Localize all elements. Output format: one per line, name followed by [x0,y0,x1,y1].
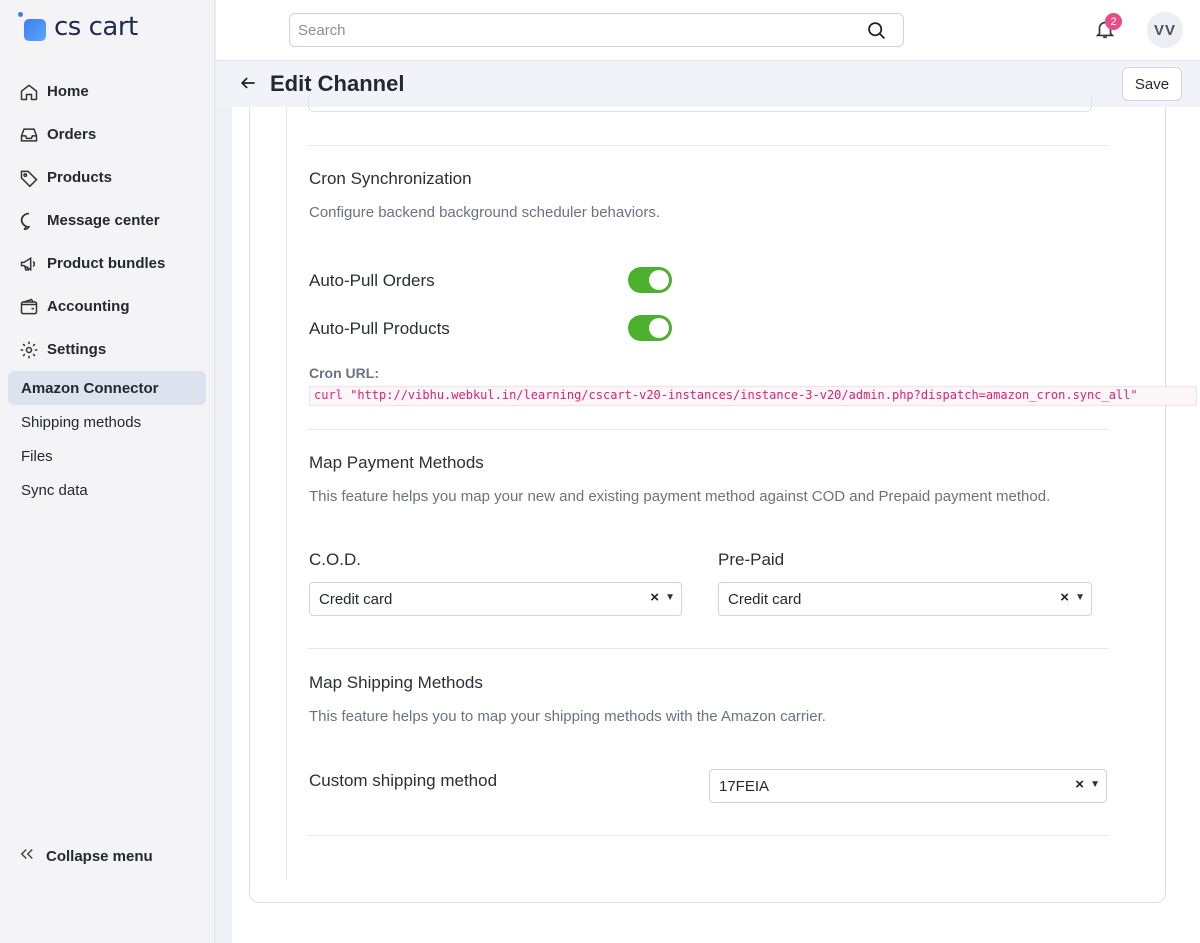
sidebar-item-label: Settings [47,341,107,358]
cod-select-value: Credit card [319,591,393,608]
top-bar: 2 VV [216,0,1200,61]
auto-pull-products-toggle[interactable] [628,315,672,341]
search-input[interactable] [290,14,850,46]
logo-text: cs cart [54,12,138,42]
inbox-icon [18,124,40,146]
wallet-icon [18,296,40,318]
section-description-shipping: This feature helps you to map your shipp… [309,708,826,725]
logo-icon [18,12,46,42]
sidebar-item-home[interactable]: Home [8,70,206,113]
tag-icon [18,167,40,189]
sidebar-item-label: Accounting [47,298,130,315]
megaphone-icon [18,253,40,275]
sidebar-item-label: Orders [47,126,97,143]
avatar[interactable]: VV [1147,12,1183,48]
auto-pull-products-label: Auto-Pull Products [309,319,450,338]
auto-pull-orders-toggle[interactable] [628,267,672,293]
clear-icon[interactable]: × [1060,589,1069,606]
search-box [289,13,904,47]
cod-label: C.O.D. [309,550,361,569]
back-arrow-icon[interactable] [238,73,260,95]
sidebar-item-label: Message center [47,212,160,229]
logo[interactable]: cs cart [18,12,138,42]
sidebar-subitem-files[interactable]: Files [8,439,206,473]
sidebar-item-label: Product bundles [47,255,166,272]
custom-shipping-label: Custom shipping method [309,771,498,790]
save-button[interactable]: Save [1122,67,1182,101]
clear-icon[interactable]: × [650,589,659,606]
sidebar-nav: Home Orders Products Message center Prod… [8,70,206,507]
cron-url-label: Cron URL: [309,365,379,381]
section-title-shipping: Map Shipping Methods [309,673,483,692]
divider [308,835,1108,836]
caret-down-icon[interactable]: ▼ [665,592,675,603]
section-title-cron: Cron Synchronization [309,169,472,188]
prepaid-select-value: Credit card [728,591,802,608]
cod-select[interactable]: Credit card × ▼ [309,582,682,616]
sidebar-item-orders[interactable]: Orders [8,113,206,156]
divider [308,429,1108,430]
notification-badge: 2 [1105,13,1122,30]
prepaid-select[interactable]: Credit card × ▼ [718,582,1092,616]
search-icon[interactable] [866,20,887,46]
sidebar-item-products[interactable]: Products [8,156,206,199]
previous-field [308,98,1092,112]
sidebar-subitem-amazon-connector[interactable]: Amazon Connector [8,371,206,405]
prepaid-label: Pre-Paid [718,550,785,569]
divider [308,145,1108,146]
custom-shipping-select-value: 17FEIA [719,778,770,795]
collapse-menu-button[interactable]: Collapse menu [18,843,153,869]
double-chevron-left-icon [18,843,36,869]
sidebar-item-label: Products [47,169,113,186]
section-description-payment: This feature helps you map your new and … [309,488,1051,505]
caret-down-icon[interactable]: ▼ [1075,592,1085,603]
sidebar: cs cart Home Orders Products Message cen… [0,0,215,943]
auto-pull-orders-label: Auto-Pull Orders [309,271,435,290]
sidebar-item-accounting[interactable]: Accounting [8,285,206,328]
home-icon [18,81,40,103]
divider [286,107,287,880]
sidebar-item-label: Home [47,83,89,100]
sidebar-subitem-shipping-methods[interactable]: Shipping methods [8,405,206,439]
chat-icon [18,210,40,232]
sidebar-item-message-center[interactable]: Message center [8,199,206,242]
cron-url-code: curl "http://vibhu.webkul.in/learning/cs… [309,386,1197,406]
section-description-cron: Configure backend background scheduler b… [309,204,661,221]
sidebar-subitem-sync-data[interactable]: Sync data [8,473,206,507]
collapse-menu-label: Collapse menu [46,847,153,865]
sidebar-item-product-bundles[interactable]: Product bundles [8,242,206,285]
divider [308,648,1108,649]
custom-shipping-select[interactable]: 17FEIA × ▼ [709,769,1107,803]
caret-down-icon[interactable]: ▼ [1090,779,1100,790]
page-title: Edit Channel [270,71,405,96]
sidebar-item-settings[interactable]: Settings [8,328,206,371]
clear-icon[interactable]: × [1075,776,1084,793]
section-title-payment: Map Payment Methods [309,453,484,472]
gear-icon [18,339,40,361]
